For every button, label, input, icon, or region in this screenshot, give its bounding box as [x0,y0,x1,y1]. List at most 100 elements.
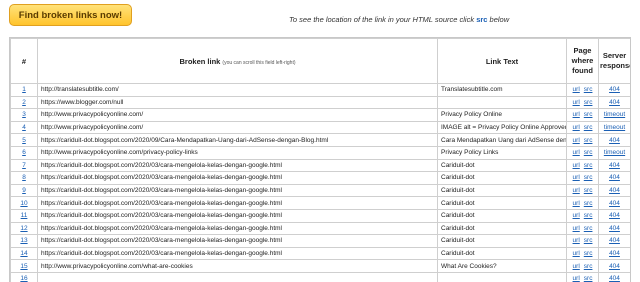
broken-link-cell: https://cariduit-dot.blogspot.com/2020/0… [38,172,438,185]
row-num-link[interactable]: 8 [22,174,26,181]
server-response-link[interactable]: timeout [604,124,625,131]
col-header-page-found: Page where found [567,39,599,84]
row-num-link[interactable]: 5 [22,137,26,144]
server-response-link[interactable]: 404 [609,99,620,106]
page-src-link[interactable]: src [584,263,593,270]
row-num-link[interactable]: 1 [22,86,26,93]
page-url-link[interactable]: url [573,263,580,270]
page-src-link[interactable]: src [584,237,593,244]
server-response-link[interactable]: 404 [609,174,620,181]
page-found-cell: urlsrc [567,197,599,210]
page-src-link[interactable]: src [584,124,593,131]
page-src-link[interactable]: src [584,86,593,93]
link-text-cell [438,96,567,109]
server-response-link[interactable]: 404 [609,237,620,244]
link-text-cell: Cariduit-dot [438,209,567,222]
table-row: 13 https://cariduit-dot.blogspot.com/2020… [11,235,631,248]
page-src-link[interactable]: src [584,137,593,144]
page-url-link[interactable]: url [573,225,580,232]
server-response-link[interactable]: 404 [609,187,620,194]
page-url-link[interactable]: url [573,149,580,156]
row-num-link[interactable]: 7 [22,162,26,169]
row-num-link[interactable]: 9 [22,187,26,194]
row-num-cell: 2 [11,96,38,109]
row-num-link[interactable]: 15 [20,263,27,270]
page-url-link[interactable]: url [573,162,580,169]
broken-link-cell: http://www.privacypolicyonline.com/ [38,109,438,122]
row-num-cell: 13 [11,235,38,248]
table-row: 8 https://cariduit-dot.blogspot.com/2020/… [11,172,631,185]
server-response-link[interactable]: timeout [604,149,625,156]
server-response-link[interactable]: 404 [609,200,620,207]
page-url-link[interactable]: url [573,212,580,219]
server-response-link[interactable]: 404 [609,225,620,232]
server-response-link[interactable]: timeout [604,111,625,118]
page-found-cell: urlsrc [567,109,599,122]
server-response-link[interactable]: 404 [609,137,620,144]
page-src-link[interactable]: src [584,111,593,118]
page-found-cell: urlsrc [567,121,599,134]
page-src-link[interactable]: src [584,200,593,207]
page-src-link[interactable]: src [584,174,593,181]
results-panel[interactable]: # Broken link (you can scroll this field… [9,37,631,282]
page-url-link[interactable]: url [573,124,580,131]
page-url-link[interactable]: url [573,237,580,244]
server-response-cell: timeout [599,109,631,122]
row-num-link[interactable]: 2 [22,99,26,106]
page-url-link[interactable]: url [573,200,580,207]
row-num-link[interactable]: 14 [20,250,27,257]
col-header-server-response: Server response [599,39,631,84]
table-row: 5https://cariduit-dot.blogspot.com/2020/… [11,134,631,147]
page-url-link[interactable]: url [573,99,580,106]
link-text-cell: What Are Cookies? [438,260,567,273]
find-broken-links-button[interactable]: Find broken links now! [9,4,132,26]
server-response-cell: 404 [599,222,631,235]
table-header-row: # Broken link (you can scroll this field… [11,39,631,84]
row-num-link[interactable]: 4 [22,124,26,131]
hint-after-text: below [490,15,510,24]
page-src-link[interactable]: src [584,149,593,156]
server-response-link[interactable]: 404 [609,86,620,93]
page-url-link[interactable]: url [573,174,580,181]
server-response-link[interactable]: 404 [609,250,620,257]
broken-link-cell: https://cariduit-dot.blogspot.com/2020/0… [38,247,438,260]
row-num-link[interactable]: 3 [22,111,26,118]
page-url-link[interactable]: url [573,187,580,194]
source-hint: To see the location of the link in your … [289,15,509,24]
link-text-cell: Cariduit-dot [438,235,567,248]
page-src-link[interactable]: src [584,212,593,219]
page-url-link[interactable]: url [573,137,580,144]
page-found-cell: urlsrc [567,172,599,185]
row-num-link[interactable]: 11 [21,212,28,219]
page-src-link[interactable]: src [584,162,593,169]
server-response-link[interactable]: 404 [609,162,620,169]
page-src-link[interactable]: src [584,187,593,194]
server-response-cell: 404 [599,172,631,185]
page-src-link[interactable]: src [584,99,593,106]
page-src-link[interactable]: src [584,250,593,257]
server-response-link[interactable]: 404 [609,212,620,219]
row-num-cell: 11 [11,209,38,222]
page-found-cell: urlsrc [567,146,599,159]
row-num-cell: 1 [11,84,38,97]
page-url-link[interactable]: url [573,250,580,257]
row-num-cell: 9 [11,184,38,197]
page-found-cell: urlsrc [567,96,599,109]
link-text-cell: Cariduit-dot [438,184,567,197]
page-url-link[interactable]: url [573,86,580,93]
broken-link-cell: https://cariduit-dot.blogspot.com/2020/0… [38,235,438,248]
table-row: 14 https://cariduit-dot.blogspot.com/2020… [11,247,631,260]
row-num-link[interactable]: 13 [20,237,27,244]
broken-link-cell: http://www.privacypolicyonline.com/ [38,121,438,134]
row-num-link[interactable]: 10 [20,200,27,207]
page-url-link[interactable]: url [573,111,580,118]
row-num-link[interactable]: 6 [22,149,26,156]
row-num-cell: 5 [11,134,38,147]
page-src-link[interactable]: src [584,225,593,232]
broken-link-cell: http://www.privacypolicyonline.com/what-… [38,260,438,273]
row-num-link[interactable]: 12 [20,225,27,232]
row-num-cell: 3 [11,109,38,122]
hint-src-link[interactable]: src [476,15,487,24]
server-response-cell: timeout [599,146,631,159]
server-response-link[interactable]: 404 [609,263,620,270]
